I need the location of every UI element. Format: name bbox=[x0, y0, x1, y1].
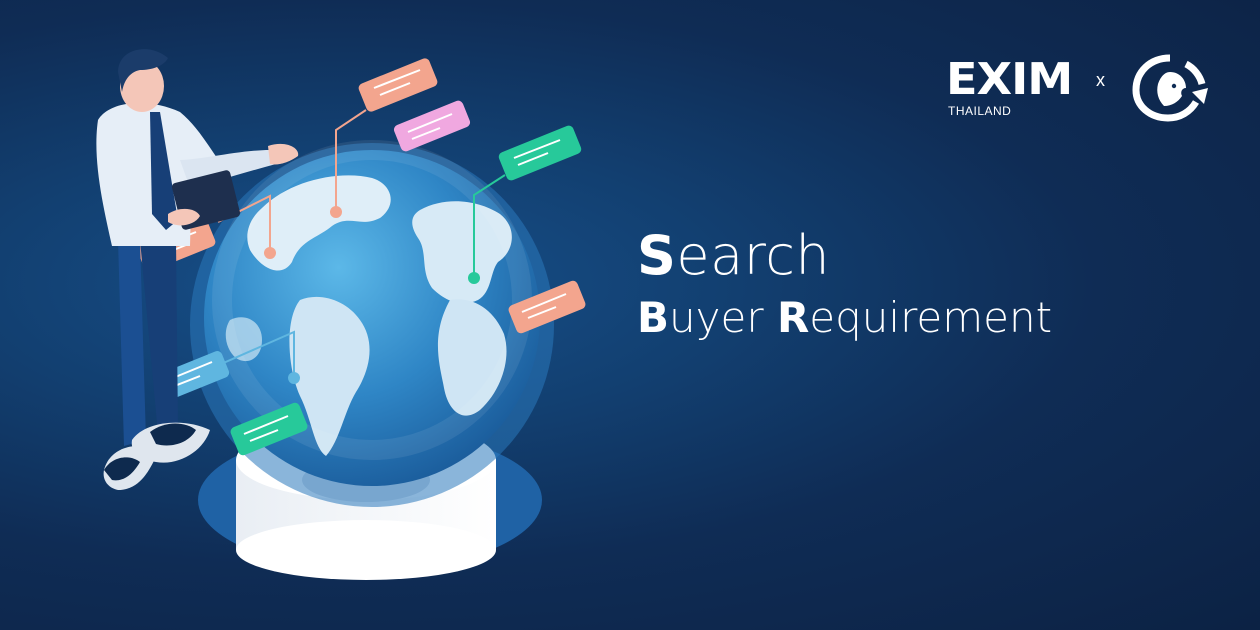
headline-word-search-rest: earch bbox=[676, 224, 831, 287]
exim-logo-subtitle: THAILAND bbox=[948, 104, 1012, 118]
headline-initial-b: B bbox=[637, 293, 670, 342]
headline-line-search: Search bbox=[637, 226, 1052, 286]
headline: Search Buyer Requirement bbox=[637, 226, 1052, 344]
headline-word-requirement-rest: equirement bbox=[809, 293, 1053, 342]
logo-separator: x bbox=[1096, 70, 1105, 90]
headline-initial-s: S bbox=[637, 224, 677, 287]
headline-word-buyer-rest: uyer bbox=[669, 293, 777, 342]
circular-face-arrow-logo-icon bbox=[1132, 54, 1208, 122]
header-logos: EXIM THAILAND x bbox=[940, 52, 1230, 132]
headline-initial-r: R bbox=[776, 293, 810, 342]
exim-logo: EXIM bbox=[946, 54, 1073, 105]
headline-line-buyer-requirement: Buyer Requirement bbox=[637, 292, 1052, 344]
